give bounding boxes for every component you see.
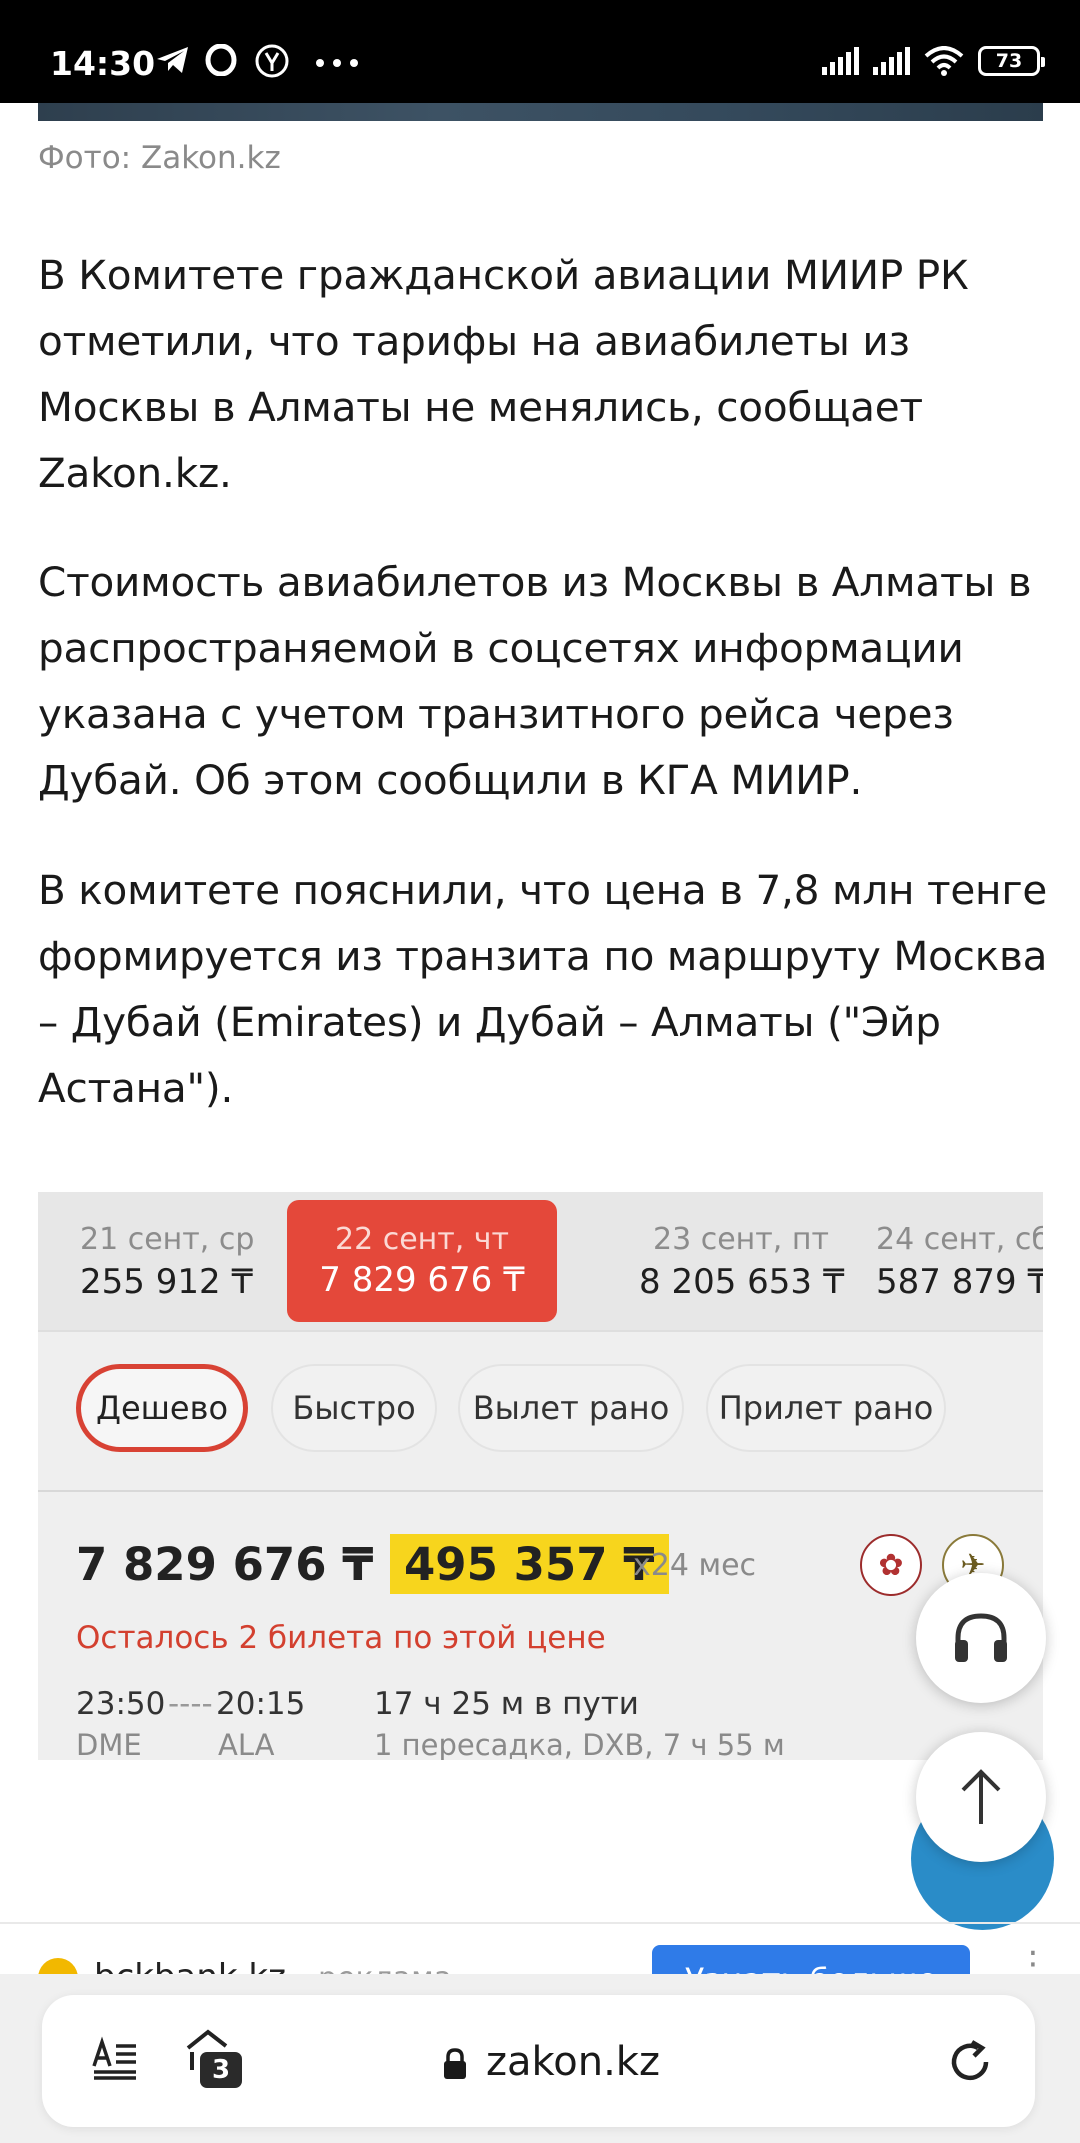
emirates-logo-icon: ✿: [860, 1534, 922, 1596]
filter-chip-early-arrival: Прилет рано: [706, 1364, 946, 1452]
date-price: 255 912 ₸: [80, 1262, 254, 1302]
depart-time: 23:50: [76, 1686, 166, 1722]
headphones-icon: [955, 1613, 1007, 1662]
flight-stops: 1 пересадка, DXB, 7 ч 55 м: [374, 1728, 785, 1760]
installment-price: 495 357 ₸: [390, 1534, 669, 1594]
lock-icon: [444, 2048, 466, 2079]
filter-chip-fast: Быстро: [271, 1364, 437, 1452]
divider: [0, 1922, 1080, 1924]
date-item: 21 сент, ср 255 912 ₸: [38, 1192, 287, 1330]
listen-audio-button[interactable]: [916, 1573, 1046, 1703]
status-bar: 14:30 73: [0, 0, 1080, 103]
date-item-active: 22 сент, чт 7 829 676 ₸: [287, 1200, 557, 1322]
filter-chip-cheap: Дешево: [76, 1364, 248, 1452]
divider: [38, 1490, 1043, 1492]
system-icons: 73: [822, 46, 1045, 76]
depart-airport-code: DME: [76, 1728, 142, 1760]
signal-2-icon: [873, 47, 910, 75]
flight-duration: 17 ч 25 м в пути: [374, 1686, 639, 1722]
battery-icon: 73: [978, 46, 1045, 76]
tickets-left-warning: Осталось 2 билета по этой цене: [76, 1620, 606, 1656]
tabs-count[interactable]: 3: [200, 2052, 242, 2088]
scroll-to-top-button[interactable]: [916, 1732, 1046, 1862]
reader-mode-icon[interactable]: [92, 2036, 138, 2080]
article-paragraph-1: В Комитете гражданской авиации МИИР РК о…: [38, 251, 969, 497]
route-dash: ----: [168, 1686, 213, 1722]
wifi-icon: [924, 46, 964, 76]
date-label: 24 сент, сб: [876, 1222, 1043, 1257]
article-paragraph-3: В комитете пояснили, что цена в 7,8 млн …: [38, 866, 1048, 1112]
date-price: 7 829 676 ₸: [319, 1260, 525, 1300]
date-price: 8 205 653 ₸: [639, 1262, 845, 1302]
date-item: 24 сент, сб 587 879 ₸: [838, 1192, 1043, 1330]
status-time: 14:30: [50, 44, 156, 83]
arrow-up-icon: [961, 1769, 1001, 1824]
date-item: 23 сент, пт 8 205 653 ₸: [598, 1192, 844, 1330]
filter-chip-early-departure: Вылет рано: [458, 1364, 684, 1452]
installment-term: x24 мес: [633, 1548, 757, 1583]
article-paragraph-2: Стоимость авиабилетов из Москвы в Алматы…: [38, 558, 1032, 804]
reload-icon[interactable]: [946, 2038, 994, 2086]
photo-caption: Фото: Zakon.kz: [38, 140, 281, 176]
yandex-icon: [255, 44, 289, 78]
divider: [38, 1330, 1043, 1332]
arrive-time: 20:15: [216, 1686, 306, 1722]
battery-level: 73: [995, 50, 1023, 72]
more-dots-icon: [316, 59, 358, 67]
opera-icon: [205, 44, 237, 76]
article-photo: [38, 103, 1043, 121]
date-price: 587 879 ₸: [876, 1262, 1043, 1302]
signal-1-icon: [822, 47, 859, 75]
embedded-ticket-screenshot: 21 сент, ср 255 912 ₸ 22 сент, чт 7 829 …: [38, 1192, 1043, 1760]
arrive-airport-code: ALA: [218, 1728, 275, 1760]
date-label: 21 сент, ср: [80, 1222, 255, 1257]
url-text[interactable]: zakon.kz: [486, 2039, 660, 2085]
date-strip: 21 сент, ср 255 912 ₸ 22 сент, чт 7 829 …: [38, 1192, 1043, 1330]
ticket-price: 7 829 676 ₸: [76, 1538, 374, 1591]
telegram-icon: [157, 47, 188, 73]
date-label: 22 сент, чт: [334, 1222, 510, 1257]
date-label: 23 сент, пт: [653, 1222, 829, 1257]
